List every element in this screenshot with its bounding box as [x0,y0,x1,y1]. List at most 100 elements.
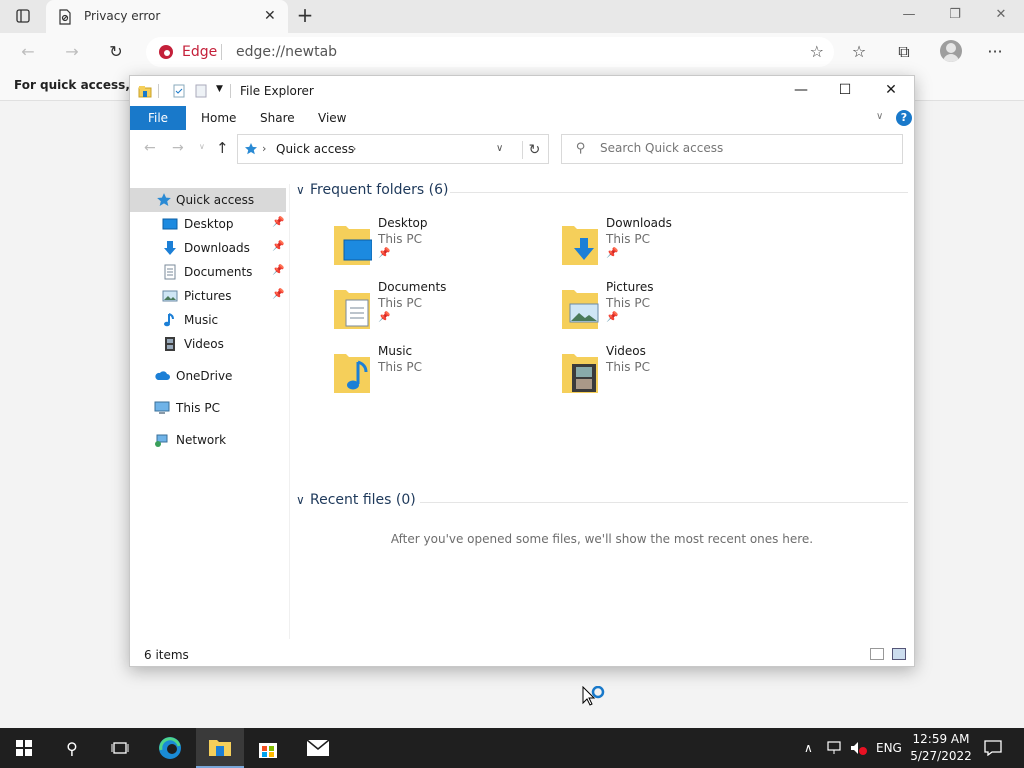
forward-arrow-icon[interactable]: → [60,41,84,63]
ribbon-tab-home[interactable]: Home [201,111,236,125]
sidebar-item-label: Quick access [176,193,255,207]
properties-icon[interactable] [172,84,186,98]
browser-toolbar: ← → ↻ Edge edge://newtab ☆ ☆ ⧉ ··· [0,33,1024,71]
pin-icon[interactable]: 📌 [378,248,390,259]
frequent-folders-header[interactable]: ∨ Frequent folders (6) [296,182,449,198]
breadcrumb-quick-access[interactable]: Quick access [276,142,354,156]
tab-close-icon[interactable]: ✕ [264,8,276,24]
explorer-title-bar: ▼ File Explorer — ☐ ✕ [130,76,914,106]
browser-tab[interactable]: Privacy error ✕ [46,0,288,33]
show-hidden-icons-chevron-icon[interactable]: ∧ [804,728,813,768]
explorer-minimize-button[interactable]: — [778,76,824,106]
collapse-chevron-icon[interactable]: ∨ [296,493,310,507]
explorer-close-button[interactable]: ✕ [868,76,914,106]
folder-tile-downloads[interactable]: Downloads This PC 📌 [560,216,780,276]
new-folder-icon[interactable] [194,84,208,98]
desktop-icon [162,218,178,230]
browser-restore-button[interactable]: ❐ [932,0,978,30]
pin-icon[interactable]: 📌 [272,241,284,252]
details-view-icon[interactable] [870,648,884,660]
browser-close-button[interactable]: ✕ [978,0,1024,30]
taskbar-edge-button[interactable] [146,728,194,768]
ribbon-tab-view[interactable]: View [318,111,346,125]
settings-more-icon[interactable]: ··· [984,42,1006,64]
large-icons-view-icon[interactable] [892,648,906,660]
group-divider [450,192,908,193]
ribbon-tab-file[interactable]: File [130,106,186,130]
back-arrow-icon[interactable]: ← [16,41,40,63]
sidebar-item-downloads[interactable]: Downloads 📌 [130,236,286,260]
task-view-button[interactable] [96,728,144,768]
pin-icon[interactable]: 📌 [606,248,618,259]
path-dropdown-icon[interactable]: ∨ [496,143,503,154]
taskbar-file-explorer-button[interactable] [196,728,244,768]
search-box[interactable]: ⚲ [561,134,903,164]
volume-muted-icon[interactable] [850,728,868,768]
notifications-button[interactable] [984,728,1004,768]
address-bar[interactable]: Edge edge://newtab ☆ [146,37,834,67]
folder-tile-pictures[interactable]: Pictures This PC 📌 [560,280,780,340]
windows-logo-icon [16,740,32,756]
folder-tile-music[interactable]: Music This PC [332,344,552,404]
refresh-button[interactable]: ↻ [522,141,546,159]
back-icon[interactable]: ← [144,140,156,156]
sidebar-item-quick-access[interactable]: Quick access [130,188,286,212]
group-title: Frequent folders (6) [310,182,449,198]
taskbar-mail-button[interactable] [294,728,342,768]
sidebar-item-documents[interactable]: Documents 📌 [130,260,286,284]
recent-locations-icon[interactable]: ∨ [199,142,205,151]
taskbar-clock[interactable]: 12:59 AM 5/27/2022 [910,731,972,765]
add-favorite-icon[interactable]: ☆ [810,42,824,61]
url-text[interactable]: edge://newtab [236,44,337,60]
sidebar-item-videos[interactable]: Videos [130,332,286,356]
sidebar-item-network[interactable]: Network [130,428,286,452]
tab-actions-button[interactable] [10,6,36,26]
explorer-maximize-button[interactable]: ☐ [822,76,868,106]
address-path-box[interactable]: › Quick access › ∨ ↻ [237,134,549,164]
sidebar-item-desktop[interactable]: Desktop 📌 [130,212,286,236]
recent-files-header[interactable]: ∨ Recent files (0) [296,492,416,508]
ribbon-tab-share[interactable]: Share [260,111,295,125]
collapse-chevron-icon[interactable]: ∨ [296,183,310,197]
language-indicator[interactable]: ENG [876,728,902,768]
browser-minimize-button[interactable]: — [886,0,932,30]
sidebar-item-label: This PC [176,401,220,415]
help-icon[interactable]: ? [896,110,912,126]
sidebar-item-music[interactable]: Music [130,308,286,332]
sidebar-item-pictures[interactable]: Pictures 📌 [130,284,286,308]
favorites-icon[interactable]: ☆ [848,42,870,64]
path-chevron-icon[interactable]: › [262,142,266,155]
profile-avatar[interactable] [940,40,962,62]
favorites-bar-hint: For quick access, plac [14,78,132,92]
pin-icon[interactable]: 📌 [272,217,284,228]
search-button[interactable]: ⚲ [48,728,96,768]
navigation-row: ← → ∨ ↑ › Quick access › ∨ ↻ ⚲ [130,130,914,170]
sidebar-item-label: Desktop [184,217,234,231]
folder-tile-videos[interactable]: Videos This PC [560,344,780,404]
network-tray-icon[interactable] [826,728,842,768]
ribbon-expand-icon[interactable]: ∨ [876,111,883,122]
up-icon[interactable]: ↑ [216,139,229,157]
start-button[interactable] [0,728,48,768]
qat-dropdown-icon[interactable]: ▼ [216,84,223,94]
new-tab-button[interactable]: + [292,4,318,28]
sidebar-item-this-pc[interactable]: This PC [130,396,286,420]
path-chevron-icon[interactable]: › [352,142,356,155]
sidebar-item-onedrive[interactable]: OneDrive [130,364,286,388]
search-input[interactable] [600,141,890,155]
folder-tile-documents[interactable]: Documents This PC 📌 [332,280,552,340]
pin-icon[interactable]: 📌 [378,312,390,323]
tab-actions-icon [16,9,30,23]
refresh-icon[interactable]: ↻ [104,41,128,63]
pin-icon[interactable]: 📌 [606,312,618,323]
onedrive-cloud-icon [155,371,170,380]
taskbar-store-button[interactable] [244,728,292,768]
pin-icon[interactable]: 📌 [272,289,284,300]
folder-location: This PC [378,232,422,246]
forward-icon[interactable]: → [172,140,184,156]
folder-tile-desktop[interactable]: Desktop This PC 📌 [332,216,552,276]
collections-icon[interactable]: ⧉ [893,42,915,64]
pin-icon[interactable]: 📌 [272,265,284,276]
busy-cursor-icon [582,686,605,706]
notification-icon [984,740,1002,757]
